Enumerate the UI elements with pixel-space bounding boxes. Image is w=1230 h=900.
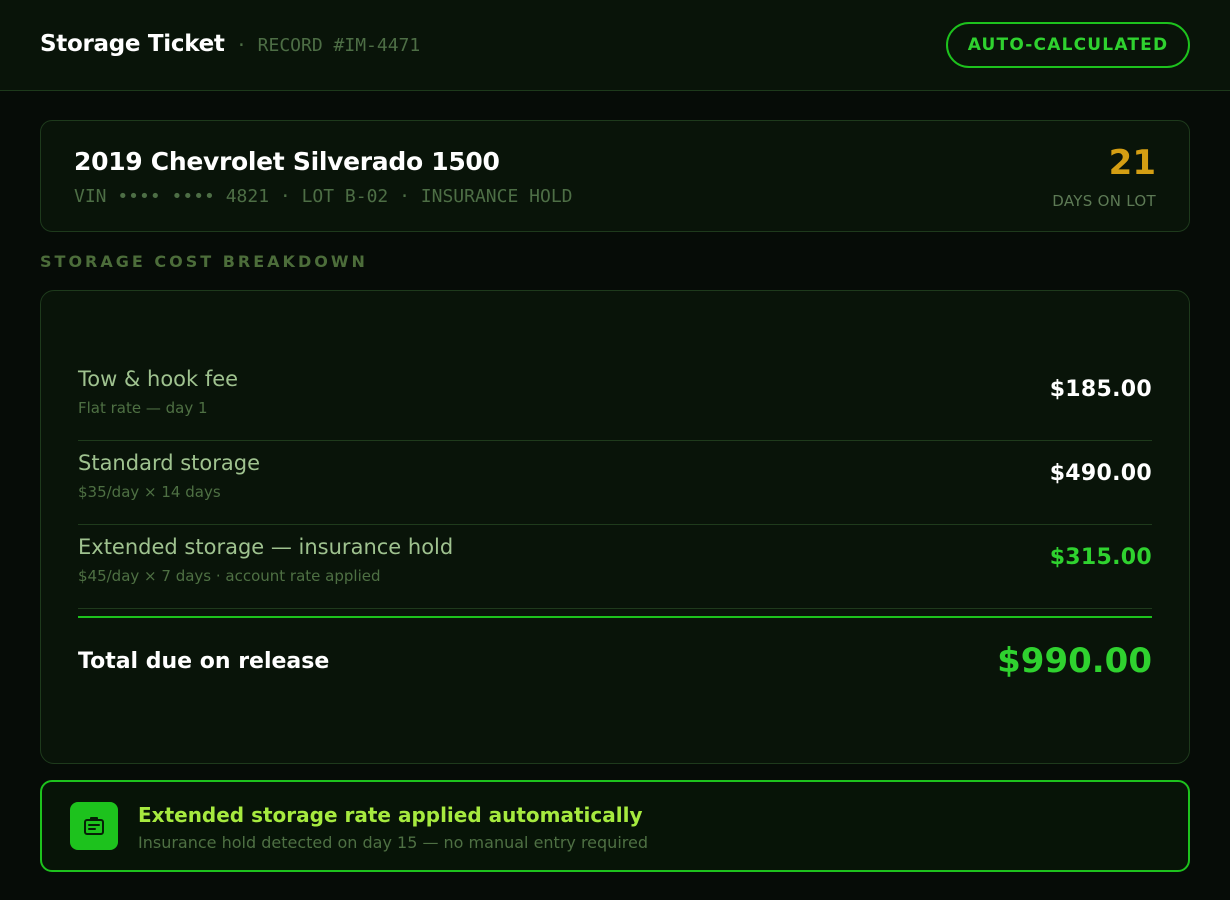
total-label: Total due on release — [78, 649, 330, 674]
notice-title: Extended storage rate applied automatica… — [138, 803, 643, 827]
line-item-detail: $45/day × 7 days · account rate applied — [78, 567, 381, 585]
line-item-amount: $490.00 — [1049, 461, 1152, 486]
auto-rate-notice: Extended storage rate applied automatica… — [40, 780, 1190, 872]
line-item-amount: $315.00 — [1049, 545, 1152, 570]
section-label: STORAGE COST BREAKDOWN — [40, 252, 368, 271]
days-on-lot-count: 21 — [1108, 143, 1156, 183]
record-number: · RECORD #IM-4471 — [236, 35, 421, 56]
line-item-amount: $185.00 — [1049, 377, 1152, 402]
vehicle-name: 2019 Chevrolet Silverado 1500 — [74, 147, 500, 176]
auto-calculated-badge: AUTO-CALCULATED — [946, 22, 1190, 68]
id-card-icon — [70, 802, 118, 850]
line-item-name: Standard storage — [78, 451, 260, 475]
line-item-name: Extended storage — insurance hold — [78, 535, 454, 559]
line-item-name: Tow & hook fee — [78, 367, 239, 391]
cost-breakdown-card: Tow & hook fee Flat rate — day 1 $185.00… — [40, 290, 1190, 764]
vehicle-card: 2019 Chevrolet Silverado 1500 VIN •••• •… — [40, 120, 1190, 232]
vehicle-meta: VIN •••• •••• 4821 · LOT B-02 · INSURANC… — [74, 186, 573, 207]
total-divider — [78, 616, 1152, 618]
page-header: Storage Ticket · RECORD #IM-4471 AUTO-CA… — [0, 0, 1230, 91]
days-on-lot-label: DAYS ON LOT — [1052, 192, 1156, 210]
line-item-tow-fee: Tow & hook fee Flat rate — day 1 $185.00 — [78, 357, 1152, 441]
line-item-extended-storage: Extended storage — insurance hold $45/da… — [78, 525, 1152, 609]
line-item-detail: $35/day × 14 days — [78, 483, 221, 501]
total-amount: $990.00 — [997, 641, 1152, 681]
line-item-detail: Flat rate — day 1 — [78, 399, 208, 417]
line-item-standard-storage: Standard storage $35/day × 14 days $490.… — [78, 441, 1152, 525]
notice-detail: Insurance hold detected on day 15 — no m… — [138, 833, 648, 852]
page-title: Storage Ticket — [40, 31, 225, 57]
